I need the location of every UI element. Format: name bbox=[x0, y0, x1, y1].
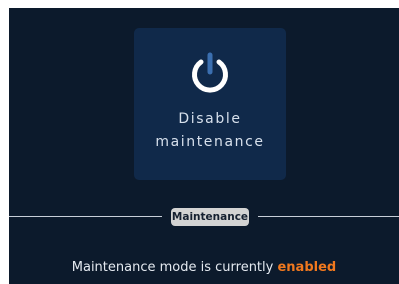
divider-line-left bbox=[9, 216, 162, 217]
label-line-1: Disable bbox=[178, 111, 242, 127]
label-line-2: maintenance bbox=[155, 134, 265, 150]
status-value: enabled bbox=[277, 260, 337, 275]
section-label-chip: Maintenance bbox=[171, 208, 249, 226]
section-divider: Maintenance bbox=[9, 207, 399, 227]
power-icon bbox=[192, 52, 228, 93]
disable-maintenance-button[interactable]: Disable maintenance bbox=[134, 28, 286, 180]
maintenance-panel: Disable maintenance Maintenance Maintena… bbox=[9, 8, 399, 284]
divider-line-right bbox=[258, 216, 399, 217]
status-text: Maintenance mode is currently bbox=[71, 260, 274, 275]
maintenance-status: Maintenance mode is currently enabled bbox=[9, 259, 399, 277]
disable-maintenance-label: Disable maintenance bbox=[134, 108, 286, 154]
